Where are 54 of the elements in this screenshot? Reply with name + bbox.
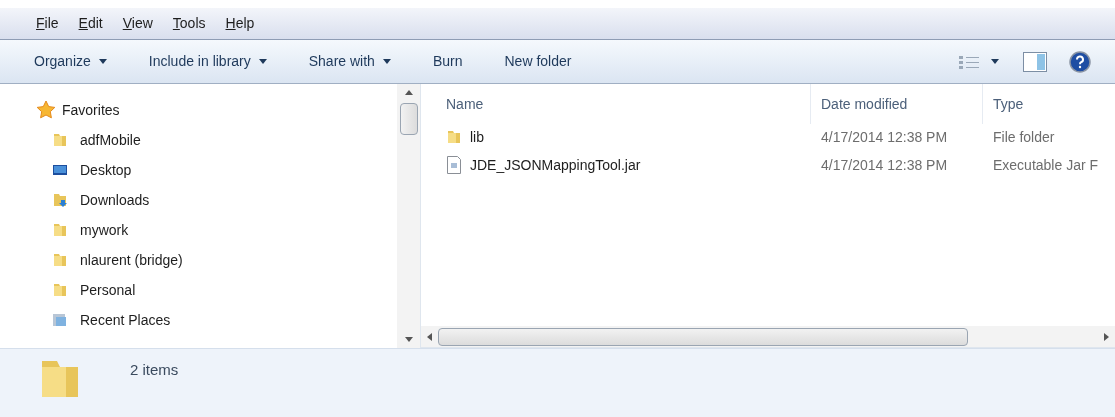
folder-icon (446, 129, 462, 145)
up-arrow-icon (404, 90, 413, 95)
file-name[interactable]: lib (421, 126, 811, 148)
scroll-thumb[interactable] (438, 327, 968, 346)
item-count: 2 items (130, 360, 179, 380)
menu-item[interactable]: Tools (172, 13, 206, 34)
navigation-item[interactable]: nlaurent (bridge) (36, 248, 397, 272)
toolbar-button[interactable]: Include in library (148, 51, 267, 72)
view-options-button[interactable] (959, 54, 999, 69)
date-cell-text: 4/17/2014 12:38 PM (820, 155, 949, 175)
folder-icon (52, 132, 68, 148)
file-name[interactable]: JDE_JSONMappingTool.jar (421, 154, 811, 176)
type-cell-text: File folder (992, 127, 1056, 147)
recent-places-icon (52, 312, 68, 328)
toolbar-button[interactable]: Share with (308, 51, 391, 72)
monitor-icon (52, 162, 68, 178)
type-cell-text: Executable Jar F (992, 155, 1100, 175)
file-icon (446, 156, 462, 174)
help-icon[interactable] (1069, 50, 1091, 73)
toolbar-button[interactable]: Organize (34, 51, 107, 72)
navigation-header[interactable]: Favorites (36, 98, 397, 122)
toolbar-button[interactable]: Burn (432, 51, 463, 72)
caret-icon (98, 59, 107, 64)
menu-item[interactable]: View (122, 13, 153, 34)
caret-icon (991, 59, 999, 64)
scroll-thumb[interactable] (399, 103, 418, 135)
menu-item[interactable]: File (36, 13, 59, 34)
column-header[interactable]: Name (421, 84, 811, 124)
down-arrow-icon (404, 337, 413, 342)
toolbar-button[interactable]: New folder (504, 51, 572, 72)
menu-item[interactable]: Help (225, 13, 255, 34)
navigation-item[interactable]: mywork (36, 218, 397, 242)
navigation-item[interactable]: Desktop (36, 158, 397, 182)
caret-icon (382, 59, 391, 64)
folder-icon (52, 252, 68, 268)
right-arrow-icon (1104, 332, 1109, 341)
folder-icon (52, 282, 68, 298)
list-view-icon (959, 54, 979, 69)
date-cell-text: 4/17/2014 12:38 PM (820, 127, 949, 147)
column-header[interactable]: Date modified (811, 84, 983, 124)
preview-pane-icon[interactable] (1023, 51, 1047, 72)
vertical-scrollbar[interactable] (397, 84, 421, 348)
menu-item[interactable]: Edit (78, 13, 103, 34)
navigation-item[interactable]: Personal (36, 278, 397, 302)
left-arrow-icon (427, 332, 432, 341)
navigation-item[interactable]: Downloads (36, 188, 397, 212)
horizontal-scrollbar[interactable] (421, 326, 1115, 348)
navigation-item[interactable]: adfMobile (36, 128, 397, 152)
caret-icon (258, 59, 267, 64)
download-folder-icon (52, 192, 68, 208)
star-icon (36, 100, 56, 120)
column-header[interactable]: Type (983, 84, 1115, 124)
folder-icon (52, 222, 68, 238)
navigation-item[interactable]: Recent Places (36, 308, 397, 332)
